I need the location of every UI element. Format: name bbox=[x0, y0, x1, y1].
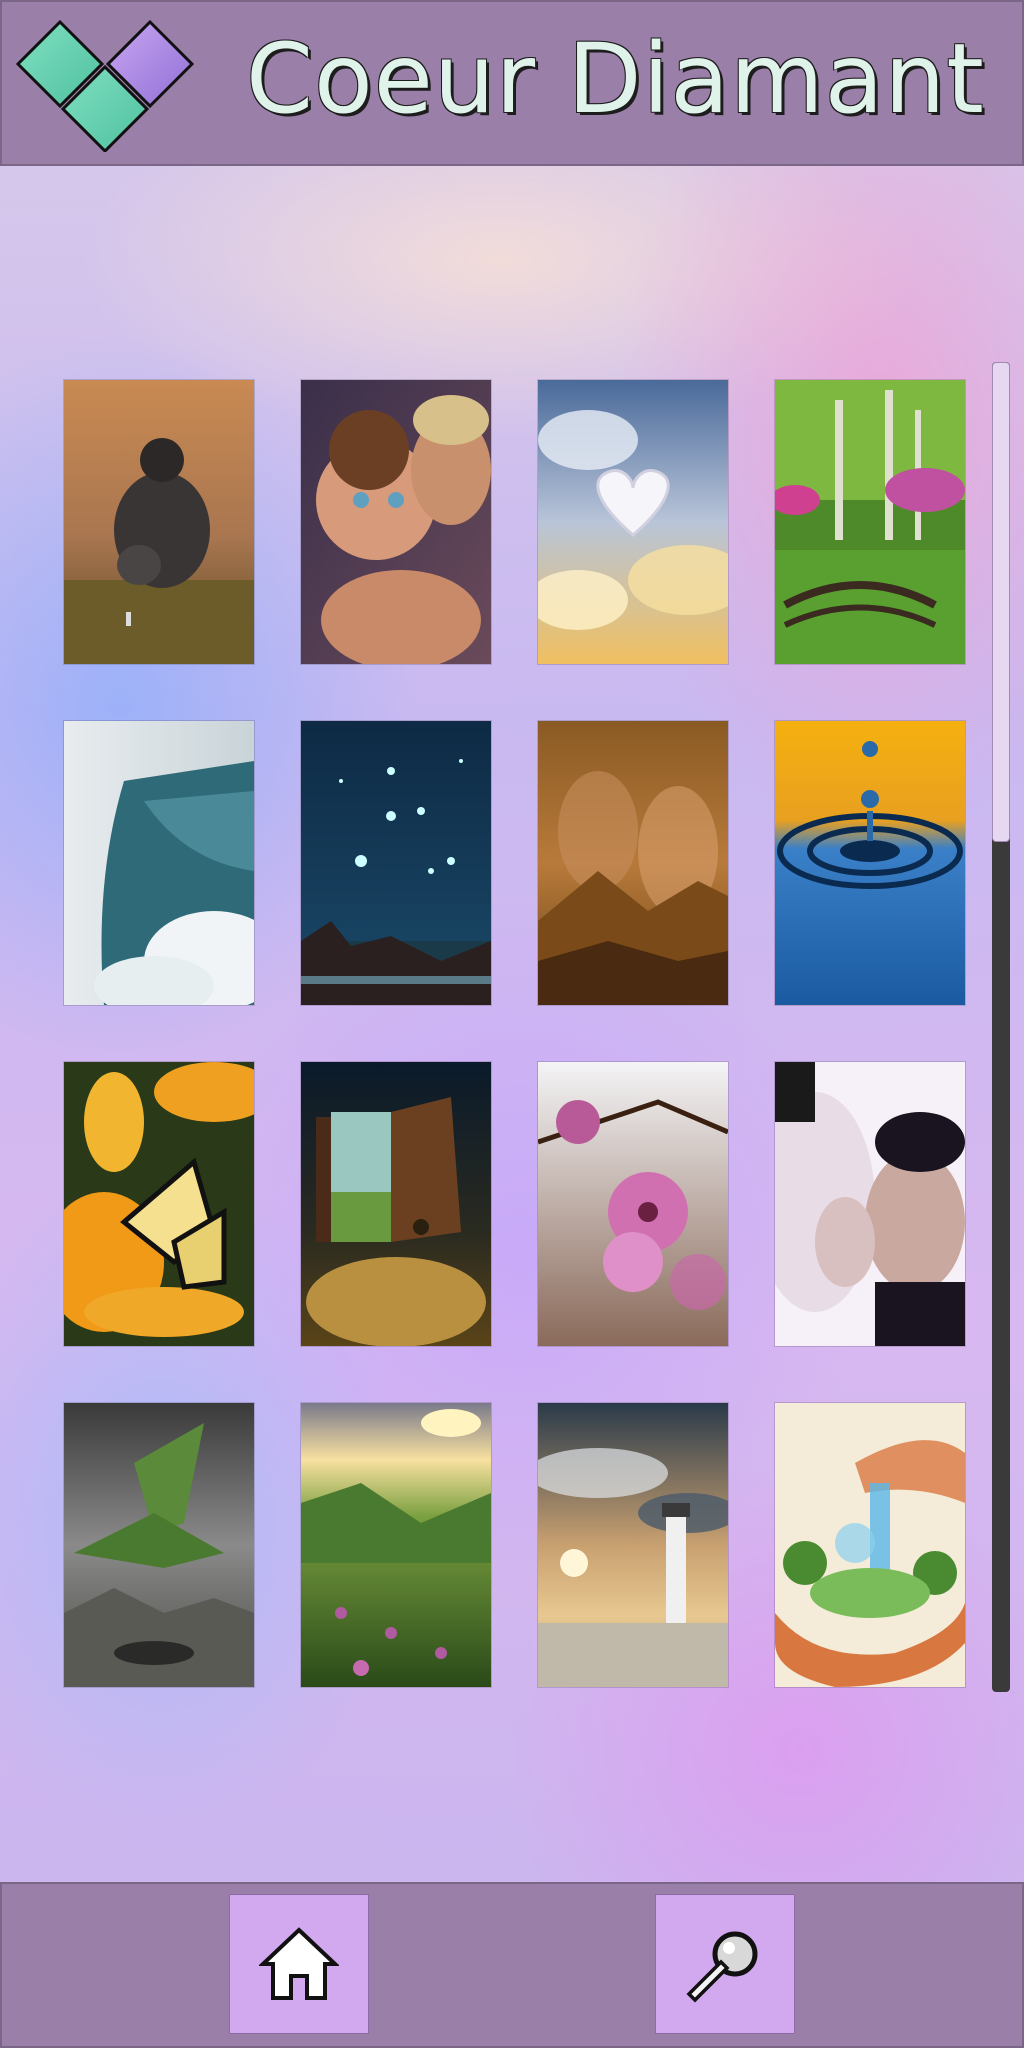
app-title: Coeur Diamant bbox=[246, 23, 985, 135]
open-book-image[interactable] bbox=[301, 1062, 491, 1346]
hands-world-image[interactable] bbox=[775, 1403, 965, 1687]
garden-bridge-image[interactable] bbox=[775, 380, 965, 664]
search-icon bbox=[686, 1931, 758, 2003]
search-button[interactable] bbox=[655, 1894, 795, 2034]
home-icon bbox=[259, 1927, 339, 2000]
pregnant-couple-image[interactable] bbox=[775, 1062, 965, 1346]
starry-sky-image[interactable] bbox=[301, 721, 491, 1005]
dragon-image[interactable] bbox=[64, 1403, 254, 1687]
butterfly-flower-image[interactable] bbox=[64, 1062, 254, 1346]
scrollbar-track[interactable] bbox=[992, 362, 1010, 1692]
home-button[interactable] bbox=[229, 1894, 369, 2034]
child-embrace-image[interactable] bbox=[301, 380, 491, 664]
water-drop-image[interactable] bbox=[775, 721, 965, 1005]
heart-diamond-icon bbox=[15, 19, 202, 154]
couple-mountain-image[interactable] bbox=[538, 721, 728, 1005]
lighthouse-image[interactable] bbox=[538, 1403, 728, 1687]
waterfall-image[interactable] bbox=[64, 721, 254, 1005]
bottom-nav-bar bbox=[0, 1882, 1024, 2048]
meadow-image[interactable] bbox=[301, 1403, 491, 1687]
heart-cloud-image[interactable] bbox=[538, 380, 728, 664]
blossom-image[interactable] bbox=[538, 1062, 728, 1346]
gorilla-image[interactable] bbox=[64, 380, 254, 664]
app-header: Coeur Diamant bbox=[0, 0, 1024, 166]
scrollbar-thumb[interactable] bbox=[992, 362, 1010, 842]
